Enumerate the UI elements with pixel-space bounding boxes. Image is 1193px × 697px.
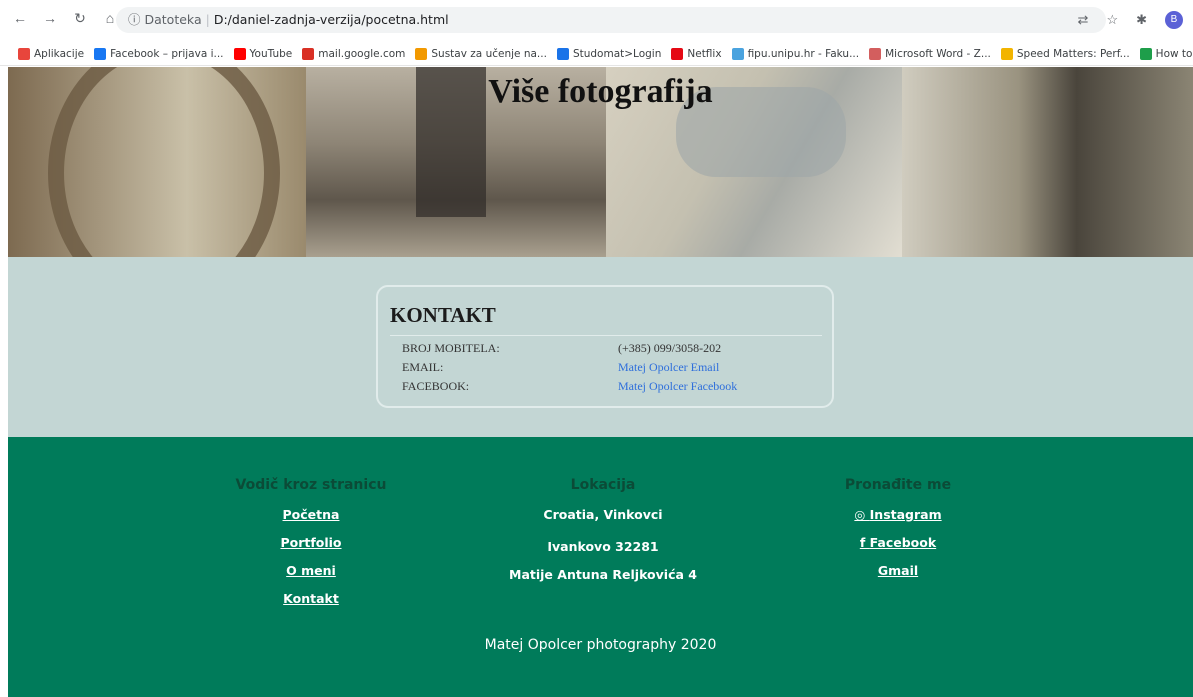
facebook-link-label: Facebook xyxy=(869,535,937,550)
bookmark-item[interactable]: Studomat>Login xyxy=(556,47,662,60)
reload-icon[interactable]: ↻ xyxy=(72,10,88,26)
footer-nav-column: Vodič kroz stranicu Početna Portfolio O … xyxy=(211,477,411,613)
footer-link-about[interactable]: O meni xyxy=(211,557,411,585)
bookmark-favicon-icon xyxy=(94,47,107,60)
bookmark-favicon-icon xyxy=(731,47,744,60)
footer-location-heading: Lokacija xyxy=(570,477,636,493)
footer-social-column: Pronađite me ◎ Instagram f Facebook Gmai… xyxy=(798,477,998,585)
contact-section: KONTAKT BROJ MOBITELA: (+385) 099/3058-2… xyxy=(8,257,1193,437)
bookmark-item[interactable]: Sustav za učenje na... xyxy=(415,47,547,60)
bookmark-item[interactable]: How to Analyze Yo... xyxy=(1139,47,1193,60)
footer-link-facebook[interactable]: f Facebook xyxy=(798,529,998,557)
bookmark-label: Aplikacije xyxy=(34,47,85,60)
bookmark-favicon-icon xyxy=(302,47,315,60)
bookmark-item[interactable]: mail.google.com xyxy=(302,47,406,60)
facebook-label: FACEBOOK: xyxy=(402,379,470,393)
facebook-icon: f xyxy=(859,535,870,550)
bookmark-favicon-icon xyxy=(1000,47,1013,60)
bookmark-favicon-icon xyxy=(671,47,684,60)
bookmark-favicon-icon xyxy=(233,47,246,60)
bookmark-item[interactable]: Speed Matters: Perf... xyxy=(1000,47,1130,60)
back-icon[interactable]: ← xyxy=(12,10,28,26)
footer-location-column: Lokacija Croatia, Vinkovci Ivankovo 3228… xyxy=(503,477,703,589)
divider xyxy=(390,335,822,336)
contact-card: KONTAKT BROJ MOBITELA: (+385) 099/3058-2… xyxy=(376,285,834,408)
bookmark-item[interactable]: Microsoft Word - Z... xyxy=(869,47,991,60)
instagram-label: Instagram xyxy=(869,507,942,522)
bookmark-label: How to Analyze Yo... xyxy=(1155,47,1193,60)
instagram-icon: ◎ xyxy=(854,507,870,522)
footer-social-heading: Pronađite me xyxy=(844,477,952,493)
toolbar-actions: ⇄ ☆ ✱ B xyxy=(1078,11,1183,29)
facebook-link[interactable]: Matej Opolcer Facebook xyxy=(618,379,737,394)
extensions-icon[interactable]: ✱ xyxy=(1136,12,1147,28)
bookmark-item[interactable]: YouTube xyxy=(233,47,293,60)
secure-label: Datoteka xyxy=(144,12,202,27)
star-icon[interactable]: ☆ xyxy=(1106,12,1118,28)
footer-link-home[interactable]: Početna xyxy=(211,501,411,529)
bookmark-favicon-icon xyxy=(1139,47,1152,60)
browser-toolbar: ← → ↻ ⌂ ⓘ Datoteka | D:/daniel-zadnja-verz… xyxy=(0,0,1193,42)
bookmark-favicon-icon xyxy=(556,47,569,60)
footer: Vodič kroz stranicu Početna Portfolio O … xyxy=(8,437,1193,697)
bookmark-label: Speed Matters: Perf... xyxy=(1016,47,1130,60)
bookmark-item[interactable]: fipu.unipu.hr - Faku... xyxy=(731,47,860,60)
profile-avatar[interactable]: B xyxy=(1165,11,1183,29)
bookmark-label: Facebook – prijava i... xyxy=(110,47,224,60)
bookmark-item[interactable]: Aplikacije xyxy=(18,47,85,60)
footer-nav-heading: Vodič kroz stranicu xyxy=(235,477,387,493)
bookmark-label: Studomat>Login xyxy=(572,47,662,60)
address-bar[interactable]: ⓘ Datoteka | D:/daniel-zadnja-verzija/poce… xyxy=(116,7,1106,33)
forward-icon[interactable]: → xyxy=(42,10,58,26)
bookmark-label: Microsoft Word - Z... xyxy=(885,47,991,60)
phone-label: BROJ MOBITELA: xyxy=(402,341,500,355)
bookmarks-bar: Aplikacije Facebook – prijava i... YouTube… xyxy=(0,42,1193,66)
bookmark-label: Netflix xyxy=(687,47,722,60)
phone-value: (+385) 099/3058-202 xyxy=(618,341,722,355)
hero-title: Više fotografija xyxy=(488,73,713,110)
bookmark-favicon-icon xyxy=(415,47,428,60)
bookmark-label: Sustav za učenje na... xyxy=(431,47,547,60)
footer-link-instagram[interactable]: ◎ Instagram xyxy=(798,501,998,529)
url-text[interactable]: D:/daniel-zadnja-verzija/pocetna.html xyxy=(214,12,449,27)
email-link[interactable]: Matej Opolcer Email xyxy=(618,360,719,375)
bookmark-label: YouTube xyxy=(249,47,293,60)
bookmark-label: fipu.unipu.hr - Faku... xyxy=(747,47,860,60)
translate-icon[interactable]: ⇄ xyxy=(1078,12,1089,28)
bookmark-favicon-icon xyxy=(18,47,30,60)
bookmark-item[interactable]: Netflix xyxy=(671,47,722,60)
footer-link-portfolio[interactable]: Portfolio xyxy=(211,529,411,557)
page: Više fotografija KONTAKT BROJ MOBITELA: … xyxy=(8,67,1193,697)
location-street: Matije Antuna Reljkovića 4 xyxy=(509,567,697,582)
bookmark-label: mail.google.com xyxy=(318,47,406,60)
location-city: Croatia, Vinkovci xyxy=(543,507,663,522)
email-label: EMAIL: xyxy=(402,360,444,374)
footer-link-gmail[interactable]: Gmail xyxy=(798,557,998,585)
contact-heading: KONTAKT xyxy=(390,303,496,327)
footer-link-contact[interactable]: Kontakt xyxy=(211,585,411,613)
copyright: Matej Opolcer photography 2020 xyxy=(484,637,717,653)
nav-buttons: ← → ↻ ⌂ xyxy=(12,10,118,26)
info-icon[interactable]: ⓘ xyxy=(128,12,141,27)
bookmark-favicon-icon xyxy=(869,47,882,60)
location-postal: Ivankovo 32281 xyxy=(547,539,659,554)
bookmark-item[interactable]: Facebook – prijava i... xyxy=(94,47,224,60)
